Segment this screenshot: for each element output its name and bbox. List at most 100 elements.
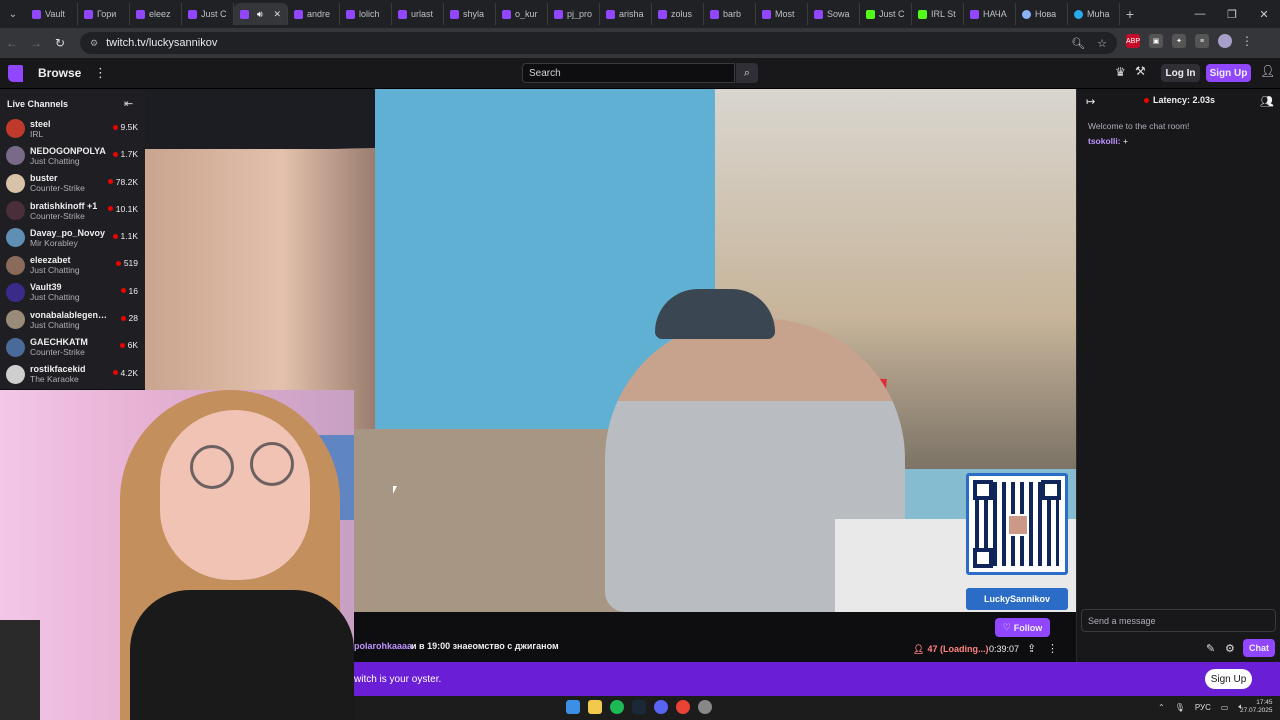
new-tab-button[interactable]: + [1120, 6, 1140, 22]
browser-tab[interactable]: pj_pro [548, 3, 600, 25]
sidebar-channel-item[interactable]: Vault39 Just Chatting 16 [0, 279, 145, 306]
reload-icon[interactable]: ↻ [48, 36, 72, 50]
sidebar-channel-item[interactable]: Davay_po_Novoy Mir Korabley 1.1K [0, 224, 145, 251]
forward-icon[interactable]: → [24, 36, 48, 50]
latency-dot-icon [1144, 97, 1149, 103]
collapse-sidebar-icon[interactable]: ⇤ [124, 97, 133, 110]
live-dot-icon [119, 342, 125, 348]
browser-menu-icon[interactable]: ⋮ [1241, 34, 1253, 48]
signup-button[interactable]: Sign Up [1206, 64, 1251, 82]
tray-chevron-icon[interactable]: ⌃ [1158, 703, 1165, 712]
channel-viewers: 16 [120, 286, 138, 296]
adblock-extension-icon[interactable]: ABP [1126, 34, 1140, 48]
browser-tab[interactable]: shyla [444, 3, 496, 25]
search-button[interactable]: ⌕ [736, 63, 758, 83]
search-input[interactable] [522, 63, 735, 83]
login-button[interactable]: Log In [1161, 64, 1200, 82]
browser-tab[interactable]: 🔊︎ ✕ [234, 3, 288, 25]
browse-link[interactable]: Browse [38, 66, 81, 80]
user-menu-icon[interactable]: 👤︎ [1260, 64, 1275, 78]
browser-tab[interactable]: o_kur [496, 3, 548, 25]
zoom-icon[interactable]: 🔍︎ [1071, 37, 1085, 50]
taskbar-clock[interactable]: 17:45 27.07.2025 [1240, 699, 1273, 715]
chat-settings-icon[interactable]: ⚙ [1225, 642, 1235, 655]
more-options-icon[interactable]: ⋮ [94, 65, 107, 81]
browser-tab[interactable]: Just C [182, 3, 234, 25]
url-text[interactable]: twitch.tv/luckysannikov [106, 37, 217, 49]
channel-name: bratishkinoff +1 [30, 200, 98, 211]
close-tab-icon[interactable]: ✕ [273, 9, 281, 20]
browser-tab[interactable]: IRL St [912, 3, 964, 25]
chat-message-input[interactable] [1081, 609, 1276, 632]
sidebar-channel-item[interactable]: eleezabet Just Chatting 519 [0, 251, 145, 278]
banner-signup-button[interactable]: Sign Up [1205, 669, 1252, 689]
more-options-icon[interactable]: ⋮ [1047, 642, 1058, 655]
maximize-icon[interactable]: ❐ [1216, 8, 1248, 21]
chat-message-user[interactable]: tsokolli: [1088, 136, 1121, 146]
spotify-icon[interactable] [610, 700, 624, 714]
browser-tab[interactable]: Гори [78, 3, 130, 25]
sidebar-channel-item[interactable]: steel IRL 9.5K [0, 115, 145, 142]
browser-tab-strip: ⌄ Vault Гори eleez Just C 🔊︎ ✕ andre lolich urla… [0, 0, 1280, 28]
browser-tab[interactable]: НАЧА [964, 3, 1016, 25]
browser-tab[interactable]: zolus [652, 3, 704, 25]
sidebar-channel-item[interactable]: rostikfacekid The Karaoke 4.2K [0, 361, 145, 388]
bits-icon[interactable]: ✎ [1206, 642, 1215, 655]
audio-playing-icon[interactable]: 🔊︎ [257, 9, 263, 20]
sidebar-channel-item[interactable]: GAECHKATM Counter-Strike 6K [0, 333, 145, 360]
browser-tab[interactable]: Muha [1068, 3, 1120, 25]
sidebar-channel-item[interactable]: NEDOGONPOLYA Just Chatting 1.7K [0, 142, 145, 169]
network-icon[interactable]: ▭ [1221, 703, 1229, 712]
twitch-logo-icon[interactable] [8, 65, 23, 82]
address-bar[interactable]: ⚙ twitch.tv/luckysannikov 🔍︎ ☆ [80, 32, 1117, 54]
channel-viewer-count: 4.2K [120, 367, 139, 378]
chrome-icon[interactable] [676, 700, 690, 714]
tab-title: eleez [149, 9, 171, 19]
browser-tab[interactable]: Vault [26, 3, 78, 25]
extensions-puzzle-icon[interactable]: ✦ [1172, 34, 1186, 48]
browser-tab[interactable]: Нова [1016, 3, 1068, 25]
follow-button[interactable]: ♡ Follow [995, 618, 1050, 637]
language-indicator[interactable]: РУС [1195, 703, 1211, 712]
minimize-icon[interactable]: — [1184, 8, 1216, 20]
tab-title: shyla [463, 9, 485, 19]
app-icon[interactable] [698, 700, 712, 714]
browser-tab[interactable]: barb [704, 3, 756, 25]
close-window-icon[interactable]: ✕ [1248, 8, 1280, 21]
microphone-icon[interactable]: 🎙︎ [1175, 703, 1185, 712]
extension-icon[interactable]: ▣ [1149, 34, 1163, 48]
browser-tab[interactable]: Sowa [808, 3, 860, 25]
browser-tab[interactable]: lolich [340, 3, 392, 25]
browser-tab[interactable]: arisha [600, 3, 652, 25]
prime-crown-icon[interactable]: ♛ [1115, 65, 1126, 79]
chat-send-button[interactable]: Chat [1243, 639, 1275, 657]
profile-avatar[interactable] [1218, 34, 1232, 48]
stream-title-user[interactable]: polarohkaaaa [354, 641, 412, 651]
languages-icon[interactable]: ⚒ [1135, 64, 1146, 78]
media-controls-icon[interactable]: ≡ [1195, 34, 1209, 48]
channel-viewers: 9.5K [112, 122, 138, 132]
channel-game: Counter-Strike [30, 210, 85, 221]
browser-tab[interactable]: eleez [130, 3, 182, 25]
share-icon[interactable]: ⇪ [1027, 642, 1036, 655]
browser-tab[interactable]: urlast [392, 3, 444, 25]
collapse-chat-icon[interactable]: ↦ [1086, 95, 1095, 108]
browser-tab[interactable]: Just C [860, 3, 912, 25]
file-explorer-icon[interactable] [588, 700, 602, 714]
tab-search-chevron-icon[interactable]: ⌄ [0, 0, 26, 28]
bookmark-star-icon[interactable]: ☆ [1097, 37, 1107, 50]
back-icon[interactable]: ← [0, 36, 24, 50]
system-tray: ⌃ 🎙︎ РУС ▭ 🔈︎ [1158, 702, 1243, 712]
discord-icon[interactable] [654, 700, 668, 714]
sidebar-channel-item[interactable]: buster Counter-Strike 78.2K [0, 170, 145, 197]
stream-title: и в 19:00 знаeомство с джиганом [411, 641, 559, 651]
tab-title: pj_pro [567, 9, 593, 19]
start-icon[interactable] [566, 700, 580, 714]
browser-tab[interactable]: Most [756, 3, 808, 25]
browser-tab[interactable]: andre [288, 3, 340, 25]
steam-icon[interactable] [632, 700, 646, 714]
sidebar-channel-item[interactable]: vonabalablegend... Just Chatting 28 [0, 306, 145, 333]
site-info-icon[interactable]: ⚙ [90, 38, 98, 49]
sidebar-channel-item[interactable]: bratishkinoff +1 Counter-Strike 10.1K [0, 197, 145, 224]
community-icon[interactable]: 👥︎ [1260, 95, 1274, 108]
